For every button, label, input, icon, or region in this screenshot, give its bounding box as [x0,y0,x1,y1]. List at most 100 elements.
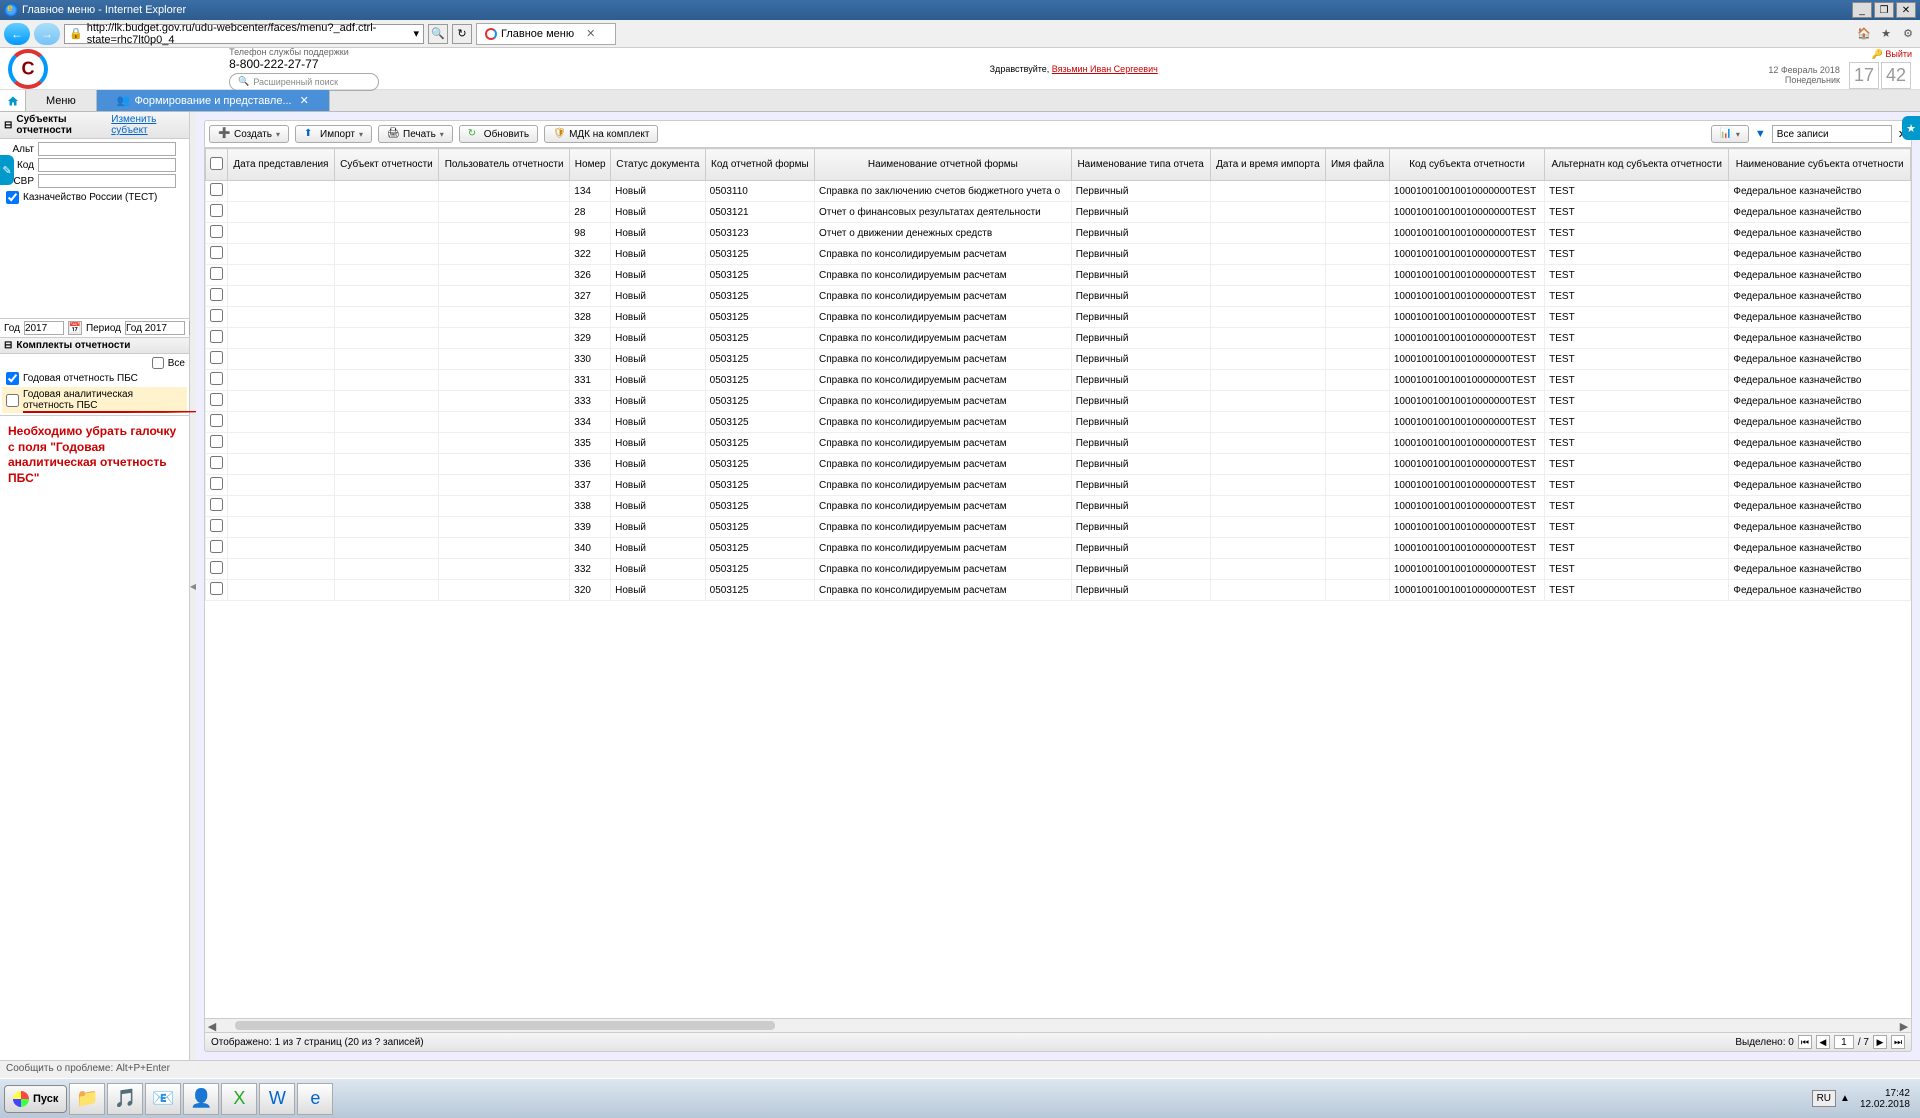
side-notch-icon[interactable]: ✎ [0,155,14,185]
row-checkbox[interactable] [210,540,223,553]
favorites-icon[interactable]: ★ [1878,26,1894,42]
scroll-left-icon[interactable]: ◀ [205,1019,219,1033]
active-tab[interactable]: 👥 Формирование и представле... ✕ [97,90,330,111]
tools-icon[interactable]: ⚙ [1900,26,1916,42]
tab-close-icon[interactable]: ✕ [586,27,595,40]
page-next[interactable]: ▶ [1873,1035,1887,1049]
all-checkbox[interactable] [152,357,164,369]
row-checkbox[interactable] [210,561,223,574]
task-outlook[interactable]: 📧 [145,1083,181,1115]
select-all-checkbox[interactable] [210,157,223,170]
set-checkbox-1[interactable] [6,394,19,407]
col-header[interactable]: Номер [570,149,611,181]
table-row[interactable]: 320Новый0503125Справка по консолидируемы… [206,580,1911,601]
task-app[interactable]: 👤 [183,1083,219,1115]
home-icon[interactable]: 🏠 [1856,26,1872,42]
year-picker-icon[interactable]: 📅 [68,321,82,335]
search-button[interactable]: 🔍 [428,24,448,44]
filter-icon[interactable]: ▼ [1755,128,1766,140]
kod-input[interactable] [38,158,176,172]
table-row[interactable]: 340Новый0503125Справка по консолидируемы… [206,538,1911,559]
col-header[interactable] [206,149,228,181]
set-checkbox-0[interactable] [6,372,19,385]
table-row[interactable]: 330Новый0503125Справка по консолидируемы… [206,349,1911,370]
row-checkbox[interactable] [210,498,223,511]
refresh-button[interactable]: ↻ [452,24,472,44]
page-prev[interactable]: ◀ [1816,1035,1830,1049]
task-wmp[interactable]: 🎵 [107,1083,143,1115]
subjects-header[interactable]: ⊟ Субъекты отчетности Изменить субъект [0,112,189,139]
table-row[interactable]: 331Новый0503125Справка по консолидируемы… [206,370,1911,391]
col-header[interactable]: Альтернатн код субъекта отчетности [1545,149,1729,181]
scroll-right-icon[interactable]: ▶ [1897,1019,1911,1033]
set-item-1[interactable]: Годовая аналитическая отчетность ПБС [2,387,187,413]
col-header[interactable]: Наименование типа отчета [1071,149,1210,181]
row-checkbox[interactable] [210,288,223,301]
menu-tab[interactable]: Меню [26,90,97,111]
lang-indicator[interactable]: RU [1812,1090,1836,1107]
collapse-icon[interactable]: ⊟ [4,340,12,351]
row-checkbox[interactable] [210,309,223,322]
row-checkbox[interactable] [210,435,223,448]
task-word[interactable]: W [259,1083,295,1115]
collapse-icon[interactable]: ⊟ [4,120,12,131]
close-button[interactable]: ✕ [1896,2,1916,18]
col-header[interactable]: Наименование субъекта отчетности [1729,149,1911,181]
forward-button[interactable]: → [34,23,60,45]
table-row[interactable]: 335Новый0503125Справка по консолидируемы… [206,433,1911,454]
col-header[interactable]: Статус документа [611,149,706,181]
table-row[interactable]: 328Новый0503125Справка по консолидируемы… [206,307,1911,328]
filter-input[interactable] [1772,125,1892,143]
col-header[interactable]: Дата и время импорта [1210,149,1326,181]
task-ie[interactable]: e [297,1083,333,1115]
period-input[interactable] [125,321,185,335]
import-button[interactable]: ⬆Импорт▾ [295,125,372,143]
row-checkbox[interactable] [210,351,223,364]
col-header[interactable]: Дата представления [228,149,335,181]
table-row[interactable]: 98Новый0503123Отчет о движении денежных … [206,223,1911,244]
table-row[interactable]: 336Новый0503125Справка по консолидируемы… [206,454,1911,475]
row-checkbox[interactable] [210,246,223,259]
table-row[interactable]: 28Новый0503121Отчет о финансовых результ… [206,202,1911,223]
task-explorer[interactable]: 📁 [69,1083,105,1115]
table-row[interactable]: 333Новый0503125Справка по консолидируемы… [206,391,1911,412]
row-checkbox[interactable] [210,414,223,427]
row-checkbox[interactable] [210,183,223,196]
tree-root-checkbox[interactable] [6,191,19,204]
minimize-button[interactable]: _ [1852,2,1872,18]
view-button[interactable]: 📊▾ [1711,125,1749,143]
set-item-0[interactable]: Годовая отчетность ПБС [2,370,187,387]
home-tab[interactable] [0,90,26,111]
row-checkbox[interactable] [210,519,223,532]
refresh-button[interactable]: ↻Обновить [459,125,538,143]
tab-close-icon[interactable]: ✕ [300,94,309,107]
alt-input[interactable] [38,142,176,156]
svr-input[interactable] [38,174,176,188]
row-checkbox[interactable] [210,267,223,280]
row-checkbox[interactable] [210,372,223,385]
user-link[interactable]: Вязьмин Иван Сергеевич [1052,64,1158,74]
page-last[interactable]: ⏭ [1891,1035,1905,1049]
url-dropdown-icon[interactable]: ▾ [413,27,419,40]
table-row[interactable]: 326Новый0503125Справка по консолидируемы… [206,265,1911,286]
task-excel[interactable]: X [221,1083,257,1115]
col-header[interactable]: Субъект отчетности [334,149,438,181]
row-checkbox[interactable] [210,393,223,406]
col-header[interactable]: Код отчетной формы [705,149,814,181]
back-button[interactable]: ← [4,23,30,45]
exit-link[interactable]: Выйти [1885,49,1912,59]
table-row[interactable]: 337Новый0503125Справка по консолидируемы… [206,475,1911,496]
year-input[interactable] [24,321,64,335]
table-row[interactable]: 329Новый0503125Справка по консолидируемы… [206,328,1911,349]
table-row[interactable]: 322Новый0503125Справка по консолидируемы… [206,244,1911,265]
table-row[interactable]: 338Новый0503125Справка по консолидируемы… [206,496,1911,517]
tray-up-icon[interactable]: ▲ [1840,1093,1850,1104]
star-notch-icon[interactable]: ★ [1902,116,1920,140]
table-row[interactable]: 334Новый0503125Справка по консолидируемы… [206,412,1911,433]
tree-root[interactable]: Казначейство России (ТЕСТ) [2,189,187,206]
page-input[interactable] [1834,1035,1854,1049]
extended-search[interactable]: Расширенный поиск [229,73,379,91]
row-checkbox[interactable] [210,456,223,469]
maximize-button[interactable]: ❐ [1874,2,1894,18]
create-button[interactable]: ➕Создать▾ [209,125,289,143]
